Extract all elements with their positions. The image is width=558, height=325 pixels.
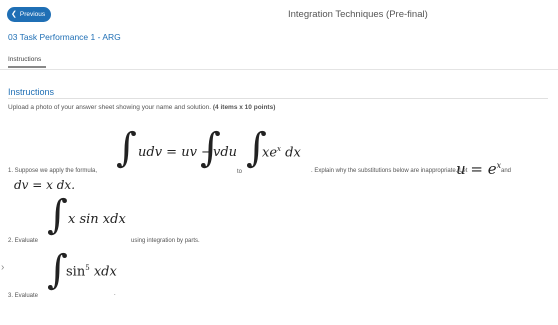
integrand-exponent: x xyxy=(277,145,281,153)
sin-function: sin xyxy=(66,264,86,280)
integral-sign: ∫ xyxy=(116,125,137,171)
tab-active-indicator xyxy=(8,66,46,68)
item-3-suffix: . xyxy=(114,291,116,297)
subtitle-text: Upload a photo of your answer sheet show… xyxy=(8,104,213,111)
previous-button[interactable]: ❮ Previous xyxy=(7,7,52,22)
chevron-left-icon: ❮ xyxy=(11,11,17,18)
item-1-to: to xyxy=(237,169,243,175)
tab-instructions[interactable]: Instructions xyxy=(8,56,41,63)
integrand-base: xe xyxy=(262,145,278,161)
integral-sign: ∫ xyxy=(47,247,68,293)
task-title: 03 Task Performance 1 - ARG xyxy=(8,32,121,42)
u-lhs: u = e xyxy=(456,160,497,178)
item-1-explain: . Explain why the substitutions below ar… xyxy=(311,168,468,174)
previous-button-label: Previous xyxy=(19,11,46,18)
page-title: Integration Techniques (Pre-final) xyxy=(288,9,428,20)
item-2-prefix: 2. Evaluate xyxy=(8,238,39,244)
item-1-integrand: xex dx xyxy=(262,145,301,160)
tab-divider xyxy=(0,69,558,70)
u-substitution: u = ex xyxy=(456,160,501,178)
instructions-heading: Instructions xyxy=(8,87,55,97)
dv-period: . xyxy=(71,178,76,192)
item-2-suffix: using integration by parts. xyxy=(131,238,200,244)
integral-sign: ∫ xyxy=(47,192,68,238)
section-divider xyxy=(8,98,548,99)
chevron-right-icon[interactable]: › xyxy=(1,262,4,273)
instructions-subtitle: Upload a photo of your answer sheet show… xyxy=(8,104,275,111)
formula-part-b: vdu xyxy=(213,145,238,160)
integrand-dx: dx xyxy=(285,145,301,161)
dv-substitution: dv = x dx. xyxy=(14,178,75,192)
integrand-xdx: xdx xyxy=(93,264,117,280)
item-1-prefix: 1. Suppose we apply the formula, xyxy=(8,168,98,174)
dv-expression: dv = x dx xyxy=(14,178,72,192)
item-3-prefix: 3. Evaluate xyxy=(8,293,39,299)
item-2-integrand: x sin xdx xyxy=(68,212,126,227)
sin-exponent: 5 xyxy=(85,264,90,272)
item-3-integrand: sin5 xdx xyxy=(66,264,117,279)
points-note: (4 items x 10 points) xyxy=(212,104,276,111)
item-1-and: and xyxy=(501,168,512,174)
